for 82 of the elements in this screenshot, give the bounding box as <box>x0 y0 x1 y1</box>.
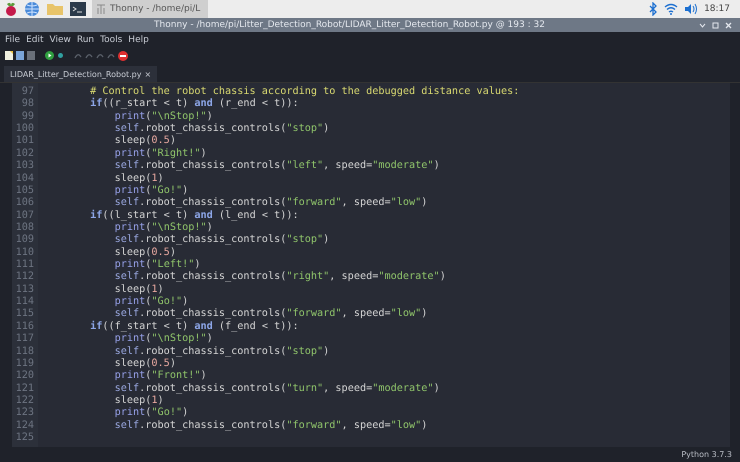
line-number: 105 <box>14 184 34 197</box>
line-number: 103 <box>14 160 34 173</box>
line-number: 118 <box>14 346 34 358</box>
line-number: 109 <box>14 234 34 247</box>
terminal-icon[interactable] <box>70 2 86 16</box>
code-line: sleep(1) <box>114 172 164 185</box>
code-line: sleep(1) <box>114 394 164 407</box>
line-number: 120 <box>14 370 34 383</box>
code-line: # Control the robot chassis according to the debugged distance values: <box>89 86 520 98</box>
tab-close-button[interactable]: × <box>144 70 152 78</box>
code-line: if((r_start < t) and (r_end < t)): <box>89 98 299 111</box>
python-version: Python 3.7.3 <box>681 450 732 459</box>
code-line: self.robot_chassis_controls("stop") <box>114 234 330 247</box>
code-line: if((l_start < t) and (l_end < t)): <box>89 210 299 222</box>
app-icon <box>96 3 106 15</box>
code-line: print("\nStop!") <box>114 110 213 123</box>
line-number: 101 <box>14 135 34 148</box>
volume-icon[interactable] <box>684 3 698 15</box>
code-line: print("\nStop!") <box>114 333 213 346</box>
code-line: print("Front!") <box>114 370 207 383</box>
code-line: print("Right!") <box>114 148 207 160</box>
line-number: 114 <box>14 296 34 308</box>
code-line: self.robot_chassis_controls("turn", speed="moderate") <box>114 382 440 395</box>
close-icon[interactable] <box>725 22 732 28</box>
menu-item[interactable]: File <box>2 34 24 44</box>
menu-item[interactable]: Tools <box>97 34 126 44</box>
line-number: 122 <box>14 394 34 407</box>
code-line: print("Left!") <box>114 259 200 271</box>
globe-icon[interactable] <box>24 1 40 17</box>
code-line: self.robot_chassis_controls("forward", speed="low") <box>114 197 428 210</box>
code-line: sleep(1) <box>114 284 164 296</box>
menu-item[interactable]: Edit <box>23 34 46 44</box>
run-icon[interactable] <box>45 51 54 60</box>
file-tab[interactable]: LIDAR_Litter_Detection_Robot.py × <box>4 66 158 82</box>
line-number: 113 <box>14 284 34 296</box>
code-line: self.robot_chassis_controls("forward", speed="low") <box>114 308 428 321</box>
line-number: 108 <box>14 222 34 234</box>
code-line: print("Go!") <box>114 184 188 197</box>
code-line: print("Go!") <box>114 407 188 420</box>
code-line: sleep(0.5) <box>114 246 176 259</box>
stop-icon[interactable] <box>118 50 128 60</box>
maximize-icon[interactable] <box>712 22 719 28</box>
code-line: self.robot_chassis_controls("right", speed="moderate") <box>114 271 446 284</box>
clock: 18:17 <box>704 4 730 14</box>
code-line: print("\nStop!") <box>114 222 213 234</box>
code-line: sleep(0.5) <box>114 135 176 148</box>
line-number: 124 <box>14 420 34 432</box>
debug-icon[interactable] <box>57 52 64 59</box>
line-number: 125 <box>14 432 34 444</box>
line-number: 115 <box>14 308 34 321</box>
line-number: 112 <box>14 271 34 284</box>
line-number: 98 <box>20 98 34 111</box>
line-number: 102 <box>14 148 34 160</box>
line-number: 100 <box>14 123 34 135</box>
line-number: 117 <box>14 333 34 346</box>
line-number: 104 <box>14 172 34 185</box>
line-number: 111 <box>14 259 34 271</box>
line-number: 99 <box>20 110 34 123</box>
code-line: self.robot_chassis_controls("stop") <box>114 123 330 135</box>
raspberry-icon[interactable] <box>4 1 18 17</box>
code-line: self.robot_chassis_controls("left", speed="moderate") <box>114 160 440 173</box>
menu-item[interactable]: Help <box>125 34 152 44</box>
line-number: 107 <box>14 210 34 222</box>
line-number: 110 <box>14 246 34 260</box>
line-number: 123 <box>14 407 34 420</box>
window-title: Thonny - /home/pi/Litter_Detection_Robot/LIDAR_Litter_Detection_Robot.py @ 193 : 32 <box>153 20 546 30</box>
code-line: self.robot_chassis_controls("stop") <box>114 346 330 358</box>
line-number: 97 <box>20 86 34 98</box>
line-number: 119 <box>14 358 34 370</box>
code-line: print("Go!") <box>114 296 188 308</box>
code-line: if((f_start < t) and (f_end < t)): <box>89 320 299 333</box>
menu-item[interactable]: View <box>46 34 74 44</box>
line-number: 116 <box>14 320 34 334</box>
menu-item[interactable]: Run <box>74 34 98 44</box>
wifi-icon[interactable] <box>664 3 678 15</box>
line-number: 106 <box>14 197 34 210</box>
code-line: self.robot_chassis_controls("forward", speed="low") <box>114 420 428 432</box>
bluetooth-icon[interactable] <box>648 2 658 16</box>
taskbar-window-button[interactable]: Thonny - /home/pi/L <box>92 0 208 18</box>
line-number: 121 <box>14 382 34 395</box>
minimize-icon[interactable] <box>699 22 706 28</box>
code-line: sleep(0.5) <box>114 358 176 370</box>
